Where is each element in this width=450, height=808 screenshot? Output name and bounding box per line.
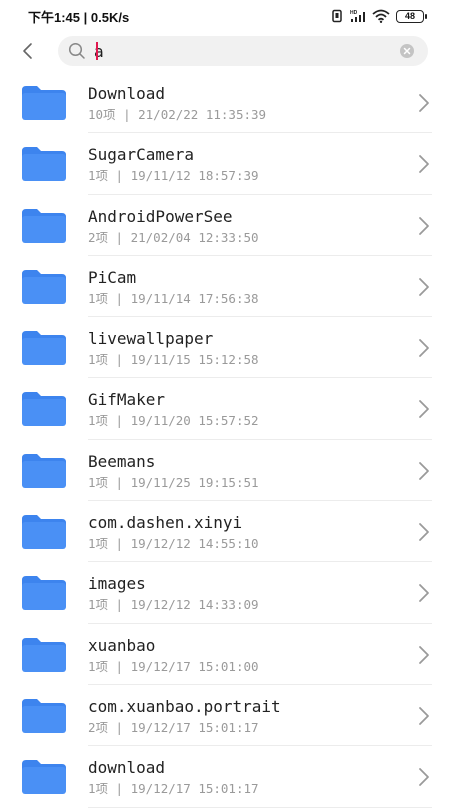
folder-meta: 1项 | 19/11/25 19:15:51 (88, 474, 259, 490)
folder-name: download (88, 758, 166, 778)
chevron-right-icon (419, 523, 429, 541)
clear-icon[interactable] (400, 44, 414, 58)
folder-meta: 1项 | 19/11/20 15:57:52 (88, 413, 259, 429)
folder-name: com.dashen.xinyi (88, 513, 243, 533)
status-time-speed: 下午1:45 | 0.5K/s (28, 9, 130, 25)
search-icon (68, 42, 85, 59)
folder-meta: 1项 | 19/11/12 18:57:39 (88, 168, 259, 184)
folder-name: Download (88, 84, 166, 103)
folder-icon (22, 147, 66, 182)
list-item[interactable]: Download 10项 | 21/02/22 11:35:39 (0, 72, 450, 134)
svg-text:HD: HD (350, 10, 358, 16)
chevron-right-icon (419, 461, 429, 480)
folder-name: AndroidPowerSee (88, 206, 233, 226)
folder-icon (22, 453, 66, 488)
status-bar: 下午1:45 | 0.5K/s HD 48 (0, 0, 450, 32)
folder-name: com.xuanbao.portrait (88, 696, 281, 716)
chevron-right-icon (419, 400, 429, 419)
folder-meta: 1项 | 19/12/17 15:01:17 (88, 781, 259, 797)
chevron-left-icon (23, 43, 32, 59)
folder-meta: 2项 | 19/12/17 15:01:17 (88, 719, 259, 735)
chevron-right-icon (419, 339, 429, 358)
search-input[interactable] (94, 36, 364, 66)
list-item[interactable]: AndroidPowerSee 2项 | 21/02/04 12:33:50 (0, 195, 450, 256)
vibrate-icon (332, 9, 342, 23)
list-item[interactable]: xuanbao 1项 | 19/12/17 15:01:00 (0, 624, 450, 685)
list-item[interactable]: PiCam 1项 | 19/11/14 17:56:38 (0, 256, 450, 318)
battery-icon: 48 (396, 9, 427, 23)
list-item[interactable]: com.xuanbao.portrait 2项 | 19/12/17 15:01:… (0, 685, 450, 747)
folder-icon (22, 392, 66, 427)
list-item[interactable]: download 1项 | 19/12/17 15:01:17 (0, 746, 450, 808)
folder-icon (22, 331, 66, 366)
folder-icon (22, 515, 66, 550)
chevron-right-icon (419, 768, 429, 787)
chevron-right-icon (419, 707, 429, 725)
folder-name: xuanbao (88, 635, 156, 655)
chevron-right-icon (419, 584, 429, 603)
list-item[interactable]: GifMaker 1项 | 19/11/20 15:57:52 (0, 378, 450, 440)
folder-name: GifMaker (88, 390, 166, 410)
chevron-right-icon (419, 645, 429, 664)
status-icons: HD 48 (330, 9, 427, 23)
divider (88, 806, 432, 808)
folder-meta: 1项 | 19/12/12 14:55:10 (88, 536, 259, 552)
folder-icon (22, 760, 66, 795)
chevron-right-icon (419, 94, 429, 112)
folder-icon (22, 637, 66, 672)
wifi-icon (372, 9, 390, 23)
list-item[interactable]: Beemans 1项 | 19/11/25 19:15:51 (0, 440, 450, 502)
list-item[interactable]: images 1项 | 19/12/12 14:33:09 (0, 562, 450, 624)
back-button[interactable] (12, 32, 42, 70)
folder-name: Beemans (88, 451, 156, 471)
search-box[interactable] (58, 36, 428, 66)
folder-list: Download 10项 | 21/02/22 11:35:39 SugarCame… (0, 72, 450, 808)
folder-name: images (88, 574, 146, 594)
folder-icon (22, 698, 66, 733)
search-bar (0, 32, 450, 70)
chevron-right-icon (419, 277, 429, 296)
folder-meta: 1项 | 19/11/15 15:12:58 (88, 352, 259, 368)
folder-icon (22, 269, 66, 304)
folder-meta: 1项 | 19/12/17 15:01:00 (88, 658, 259, 674)
folder-icon (22, 208, 66, 243)
list-item[interactable]: com.dashen.xinyi 1项 | 19/12/12 14:55:10 (0, 501, 450, 563)
chevron-right-icon (419, 155, 429, 174)
list-item[interactable]: livewallpaper 1项 | 19/11/15 15:12:58 (0, 317, 450, 379)
text-caret (96, 42, 98, 60)
folder-name: SugarCamera (88, 145, 194, 165)
signal-icon: HD (350, 10, 365, 22)
chevron-right-icon (419, 216, 429, 235)
folder-meta: 2项 | 21/02/04 12:33:50 (88, 229, 259, 245)
folder-name: livewallpaper (88, 329, 214, 349)
list-item[interactable]: SugarCamera 1项 | 19/11/12 18:57:39 (0, 133, 450, 195)
folder-name: PiCam (88, 267, 137, 287)
folder-meta: 10项 | 21/02/22 11:35:39 (88, 107, 267, 122)
folder-icon (22, 576, 66, 611)
folder-icon (22, 86, 66, 120)
folder-meta: 1项 | 19/11/14 17:56:38 (88, 290, 259, 306)
folder-meta: 1项 | 19/12/12 14:33:09 (88, 597, 259, 613)
